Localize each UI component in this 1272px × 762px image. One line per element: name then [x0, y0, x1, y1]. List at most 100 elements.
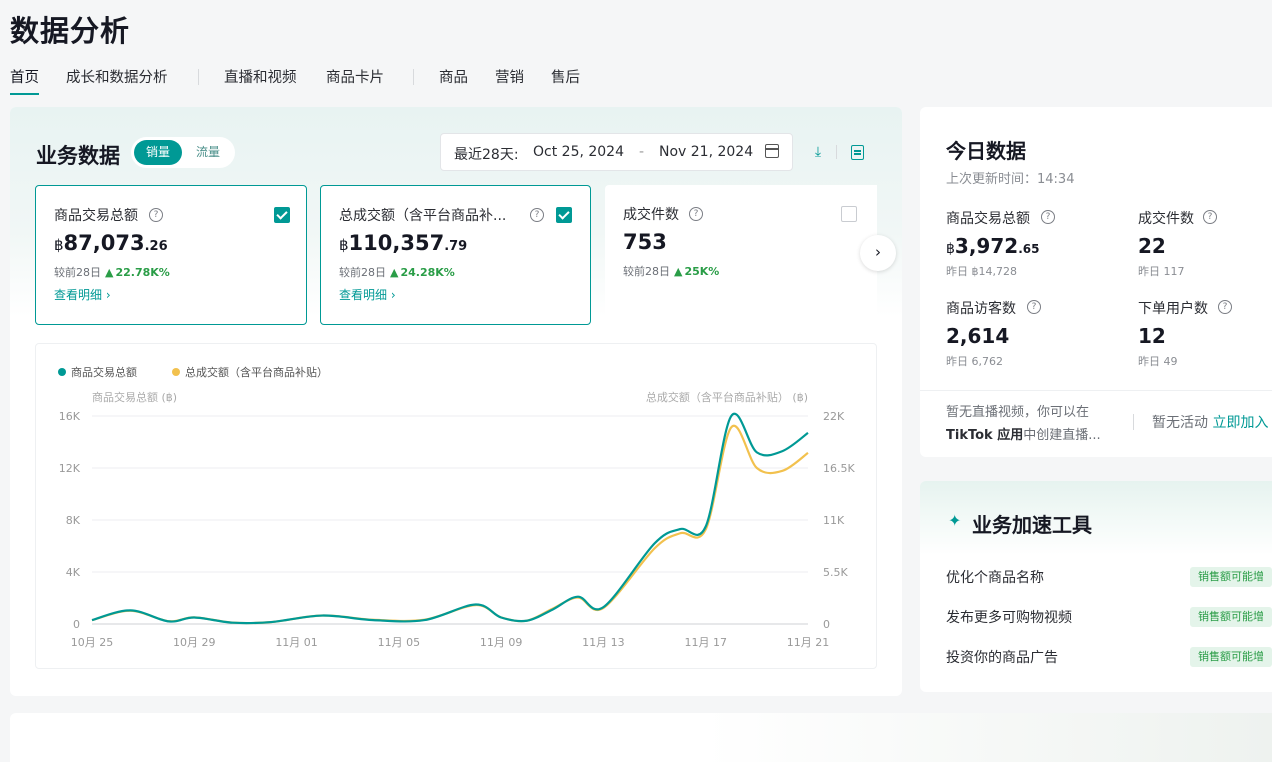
metric-label: 成交件数 — [623, 207, 679, 223]
legend-marker — [172, 368, 180, 376]
today-label: 商品交易总额 — [946, 211, 1030, 227]
toggle-traffic[interactable]: 流量 — [183, 140, 233, 165]
legend-label: 总成交额（含平台商品补贴） — [185, 365, 328, 379]
y-tick-right: 0 — [823, 618, 830, 631]
tool-badge: 销售额可能增 — [1190, 567, 1272, 587]
help-icon[interactable]: ? — [1027, 300, 1041, 314]
help-icon[interactable]: ? — [1203, 210, 1217, 224]
legend-marker — [58, 368, 66, 376]
tab-divider — [413, 69, 414, 85]
tab-products[interactable]: 商品 — [439, 66, 468, 87]
y-tick-right: 11K — [823, 514, 845, 527]
y-tick-left: 16K — [59, 410, 81, 423]
toggle-sales[interactable]: 销量 — [134, 140, 182, 165]
metric-checkbox[interactable] — [841, 206, 857, 222]
y-tick-right: 16.5K — [823, 462, 855, 475]
help-icon[interactable]: ? — [1041, 210, 1055, 224]
download-icon[interactable]: ⤓ — [810, 144, 826, 160]
today-yesterday: 昨日 49 — [1138, 355, 1178, 368]
last-updated-text: 上次更新时间：14:34 — [946, 172, 1075, 187]
business-data-card: 业务数据 销量 流量 最近28天: Oct 25, 2024 - Nov 21,… — [10, 107, 902, 696]
y-axis-title-left: 商品交易总额 (฿) — [92, 390, 177, 404]
tab-marketing[interactable]: 营销 — [495, 66, 524, 87]
calendar-icon[interactable] — [765, 144, 779, 158]
business-data-title: 业务数据 — [36, 144, 120, 168]
tab-product-card[interactable]: 商品卡片 — [326, 66, 384, 87]
y-axis-title-right: 总成交额（含平台商品补贴） (฿) — [646, 390, 808, 404]
metric-checkbox[interactable] — [556, 207, 572, 223]
help-icon[interactable]: ? — [530, 208, 544, 222]
today-label: 成交件数 — [1138, 211, 1194, 227]
today-title: 今日数据 — [946, 139, 1026, 163]
metric-value: ฿110,357.79 — [339, 231, 468, 255]
x-tick-label: 10月 25 — [71, 636, 114, 649]
date-start: Oct 25, 2024 — [533, 144, 624, 160]
tab-growth-analytics[interactable]: 成长和数据分析 — [66, 66, 168, 87]
trend-chart: 商品交易总额 总成交额（含平台商品补贴） 商品交易总额 (฿) 总成交额（含平台商品补… — [35, 343, 877, 669]
today-yesterday: 昨日 ฿14,728 — [946, 265, 1017, 278]
metric-compare: 较前28日 ▲ 24.28K% — [339, 266, 455, 279]
tools-title: 业务加速工具 — [972, 513, 1092, 537]
join-now-link[interactable]: 立即加入 — [1212, 415, 1268, 431]
today-yesterday: 昨日 6,762 — [946, 355, 1003, 368]
date-dash: - — [639, 144, 645, 160]
x-tick-label: 11月 05 — [378, 636, 421, 649]
x-tick-label: 11月 21 — [787, 636, 830, 649]
y-tick-left: 12K — [59, 462, 81, 475]
tab-home[interactable]: 首页 — [10, 66, 39, 95]
today-yesterday: 昨日 117 — [1138, 265, 1185, 278]
trend-up-icon: ▲ — [674, 265, 683, 278]
bottom-panel — [10, 713, 1272, 762]
help-icon[interactable]: ? — [689, 207, 703, 221]
tool-optimize-titles[interactable]: 优化个商品名称 — [946, 567, 1044, 587]
y-tick-left: 8K — [66, 514, 81, 527]
metric-card-items-sold[interactable]: 成交件数 ? 753 较前28日 ▲ 25K% — [605, 185, 877, 325]
today-data-card: 今日数据 上次更新时间：14:34 商品交易总额 ? ฿3,972.65 昨日 … — [920, 107, 1272, 457]
tool-badge: 销售额可能增 — [1190, 647, 1272, 667]
today-label: 下单用户数 — [1138, 301, 1208, 317]
metric-value: ฿87,073.26 — [54, 231, 168, 255]
tool-product-ads[interactable]: 投资你的商品广告 — [946, 647, 1058, 667]
metric-label: 总成交额（含平台商品补... — [339, 208, 507, 224]
x-tick-label: 11月 01 — [275, 636, 318, 649]
help-icon[interactable]: ? — [1218, 300, 1232, 314]
metric-label: 商品交易总额 — [54, 208, 138, 224]
tool-post-videos[interactable]: 发布更多可购物视频 — [946, 607, 1072, 627]
today-value: 22 — [1138, 234, 1166, 258]
tool-badge: 销售额可能增 — [1190, 607, 1272, 627]
no-live-video-text: 暂无直播视频，你可以在 TikTok 应用中创建直播... — [946, 405, 1101, 443]
date-range-label: 最近28天: — [454, 147, 519, 163]
report-icon[interactable] — [851, 145, 864, 160]
tab-live-video[interactable]: 直播和视频 — [224, 66, 297, 87]
tab-after-sales[interactable]: 售后 — [551, 66, 580, 87]
legend-label: 商品交易总额 — [71, 365, 137, 379]
date-range-picker[interactable]: 最近28天: Oct 25, 2024 - Nov 21, 2024 — [440, 133, 793, 171]
view-details-link[interactable]: 查看明细 › — [54, 286, 111, 303]
trend-up-icon: ▲ — [105, 266, 114, 279]
view-details-link[interactable]: 查看明细 › — [339, 286, 396, 303]
today-value: 2,614 — [946, 324, 1010, 348]
y-tick-right: 5.5K — [823, 566, 848, 579]
x-tick-label: 11月 17 — [684, 636, 727, 649]
trend-chart-svg: 商品交易总额 总成交额（含平台商品补贴） 商品交易总额 (฿) 总成交额（含平台商品补… — [58, 365, 855, 649]
help-icon[interactable]: ? — [149, 208, 163, 222]
y-tick-right: 22K — [823, 410, 845, 423]
business-tools-card: ✦ 业务加速工具 优化个商品名称 销售额可能增 发布更多可购物视频 销售额可能增… — [920, 481, 1272, 692]
page-title: 数据分析 — [10, 14, 131, 48]
metric-checkbox[interactable] — [274, 207, 290, 223]
sales-traffic-toggle: 销量 流量 — [131, 137, 235, 168]
series-line-total-revenue — [91, 424, 809, 625]
x-tick-label: 11月 09 — [480, 636, 522, 649]
x-tick-label: 10月 29 — [173, 636, 216, 649]
metric-compare: 较前28日 ▲ 25K% — [623, 265, 720, 278]
today-value: 12 — [1138, 324, 1166, 348]
metric-card-gmv[interactable]: 商品交易总额 ? ฿87,073.26 较前28日 ▲ 22.78K% 查看明细 › — [35, 185, 307, 325]
date-end: Nov 21, 2024 — [659, 144, 754, 160]
today-value: ฿3,972.65 — [946, 234, 1040, 258]
metric-card-total-revenue[interactable]: 总成交额（含平台商品补... ? ฿110,357.79 较前28日 ▲ 24.28… — [320, 185, 591, 325]
no-activity-text: 暂无活动 立即加入 — [1152, 415, 1269, 431]
today-label: 商品访客数 — [946, 301, 1016, 317]
next-metrics-button[interactable]: › — [860, 235, 896, 271]
rocket-icon: ✦ — [948, 511, 962, 530]
trend-up-icon: ▲ — [390, 266, 399, 279]
